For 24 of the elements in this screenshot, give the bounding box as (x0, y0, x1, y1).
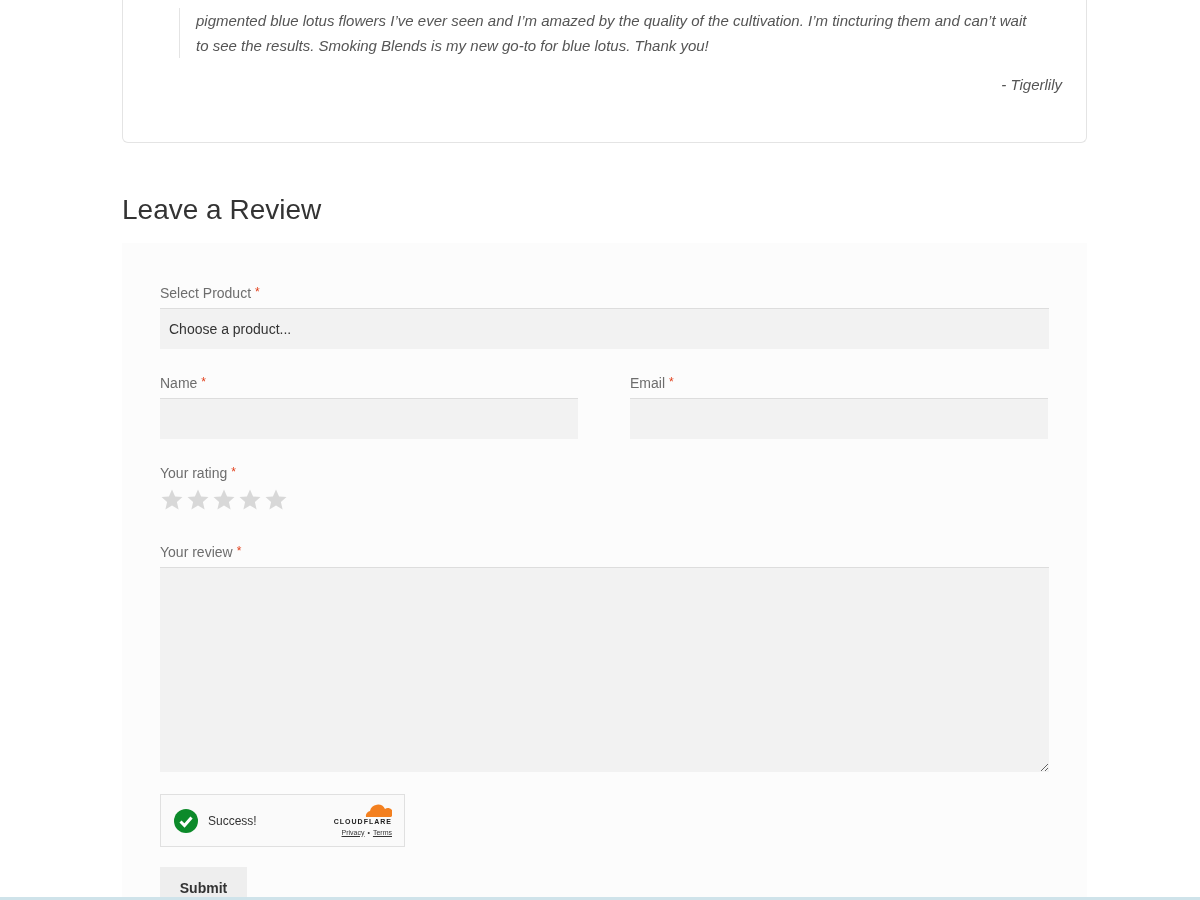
star-icon[interactable] (212, 488, 236, 512)
field-label: Email (630, 374, 665, 393)
name-field[interactable] (160, 398, 578, 439)
testimonial-author: - Tigerlily (1001, 75, 1062, 95)
star-icon[interactable] (186, 488, 210, 512)
field-label: Select Product (160, 284, 252, 303)
required-mark: * (669, 374, 674, 391)
product-select[interactable]: Choose a product... (160, 308, 1049, 349)
required-mark: * (231, 464, 236, 481)
field-label: Your rating (160, 464, 228, 483)
field-label: Name (160, 374, 198, 393)
required-mark: * (236, 543, 242, 560)
review-field[interactable] (160, 567, 1049, 772)
email-field[interactable] (630, 398, 1048, 439)
field-label: Your review (160, 543, 233, 562)
star-icon[interactable] (264, 488, 288, 512)
required-mark: * (201, 374, 207, 391)
section-title: Leave a Review (122, 193, 323, 227)
check-icon (173, 807, 199, 834)
captcha-status: Success! (208, 812, 257, 830)
testimonial-quote: pigmented blue lotus flowers I’ve ever seen and I’m amazed by the quality of the cultivation. I’m tincturing them and can’t wait to see the results. Smoking Blends is my new go-to for blue lotus. Thank you! (196, 11, 1028, 56)
required-mark: * (255, 284, 260, 301)
star-icon[interactable] (238, 488, 262, 512)
star-icon[interactable] (160, 488, 184, 512)
